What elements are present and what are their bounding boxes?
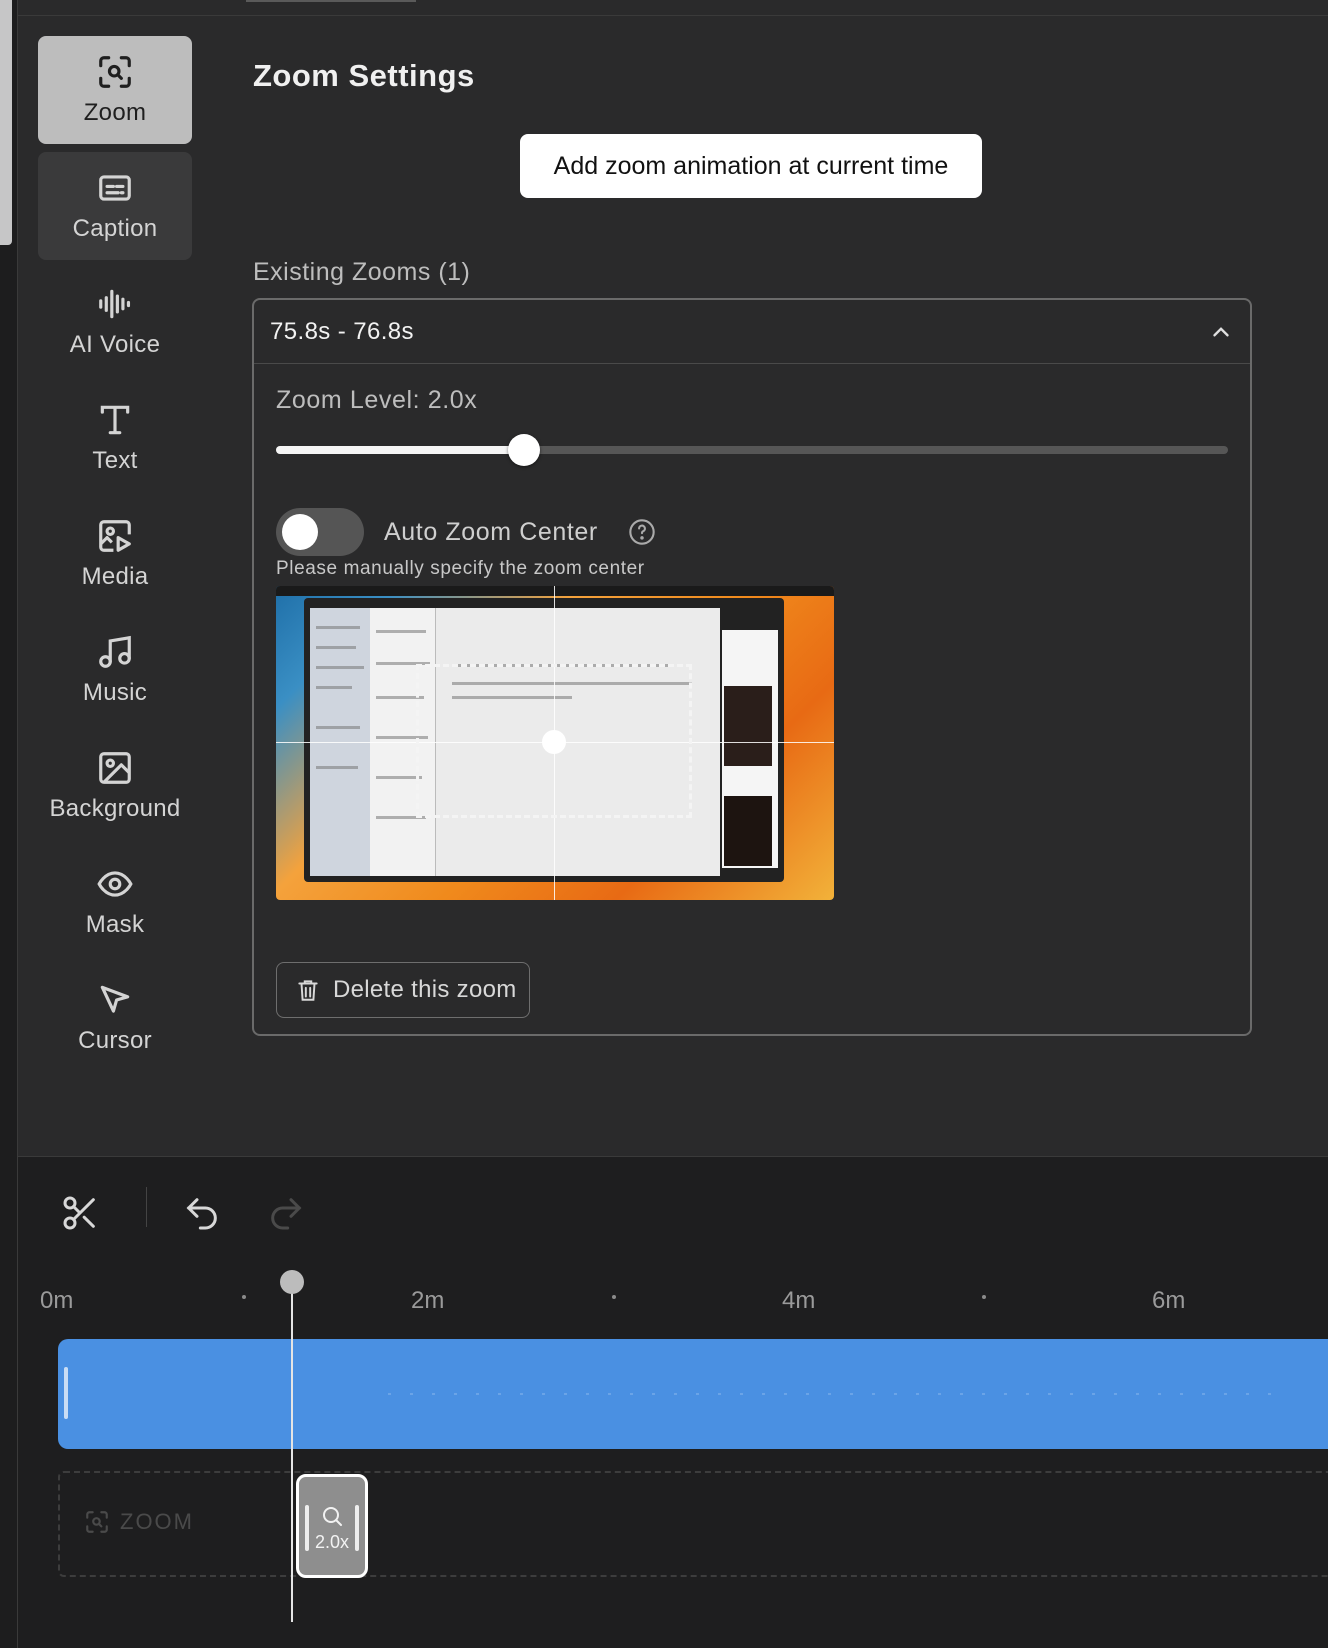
toggle-knob: [282, 514, 318, 550]
sidebar-item-label: Media: [81, 563, 149, 590]
sidebar-item-label: Mask: [85, 911, 145, 938]
text-icon: [100, 405, 130, 435]
preview-thumbnail: [724, 796, 772, 866]
zoom-level-slider[interactable]: [276, 434, 1228, 466]
sidebar-item-label: Cursor: [78, 1027, 152, 1054]
sidebar-item-mask[interactable]: Mask: [38, 848, 192, 956]
ruler-tick-label: 6m: [1152, 1287, 1186, 1314]
image-icon: [99, 752, 131, 784]
audio-waveform: [388, 1393, 1288, 1395]
caption-icon: [99, 175, 131, 201]
existing-zooms-label: Existing Zooms (1): [253, 258, 471, 286]
chevron-up-icon[interactable]: [1208, 319, 1234, 345]
preview-menubar: [276, 586, 834, 596]
redo-icon[interactable]: [266, 1193, 306, 1233]
sidebar-item-cursor[interactable]: Cursor: [38, 964, 192, 1072]
sidebar-item-label: Background: [49, 795, 181, 822]
clip-right-handle[interactable]: [355, 1505, 359, 1551]
trash-icon: [298, 980, 318, 1001]
media-icon: [99, 520, 131, 552]
toolbar-divider: [146, 1187, 147, 1227]
zoom-center-picker[interactable]: [276, 586, 834, 900]
ruler-tick-label: 4m: [782, 1287, 816, 1314]
undo-icon[interactable]: [182, 1193, 222, 1233]
video-track-clip[interactable]: [58, 1339, 1328, 1449]
delete-zoom-label: Delete this zoom: [333, 976, 517, 1003]
manual-center-hint: Please manually specify the zoom center: [276, 558, 645, 579]
sidebar-item-label: Music: [82, 679, 148, 706]
zoom-level-label: Zoom Level: 2.0x: [276, 386, 478, 414]
sidebar-item-caption[interactable]: Caption: [38, 152, 192, 260]
eye-icon: [97, 871, 133, 897]
sidebar-item-label: Zoom: [83, 99, 147, 126]
sidebar-item-label: AI Voice: [69, 331, 161, 358]
sidebar-item-music[interactable]: Music: [38, 616, 192, 724]
sidebar-item-text[interactable]: Text: [38, 384, 192, 492]
zoom-item-card: 75.8s - 76.8s Zoom Level: 2.0x Auto Zoom…: [252, 298, 1252, 1036]
sidebar-item-ai-voice[interactable]: AI Voice: [38, 268, 192, 376]
delete-zoom-button[interactable]: Delete this zoom: [276, 962, 530, 1018]
window-edge: [0, 0, 12, 245]
sidebar-item-background[interactable]: Background: [38, 732, 192, 840]
zoom-icon: [86, 1511, 108, 1533]
zoom-clip-level: 2.0x: [314, 1531, 350, 1552]
auto-zoom-center-label: Auto Zoom Center: [384, 518, 598, 546]
zoom-icon: [99, 56, 131, 88]
clip-left-handle[interactable]: [305, 1505, 309, 1551]
zoom-track-label: ZOOM: [84, 1509, 194, 1535]
page-title: Zoom Settings: [253, 58, 475, 93]
music-icon: [99, 635, 131, 668]
waveform-icon: [99, 289, 131, 319]
ruler-tick-label: 2m: [411, 1287, 445, 1314]
playhead: [291, 1282, 293, 1622]
auto-zoom-center-toggle[interactable]: [276, 508, 364, 556]
clip-trim-handle[interactable]: [64, 1367, 68, 1419]
cursor-icon: [100, 985, 130, 1013]
tool-sidebar: Zoom Caption AI Voice Text Media Music B…: [38, 36, 192, 1080]
sidebar-item-zoom[interactable]: Zoom: [38, 36, 192, 144]
timeline-panel: 0m 2m 4m 6m ZOOM: [18, 1156, 1328, 1648]
zoom-range: 75.8s - 76.8s: [270, 317, 414, 345]
add-zoom-button[interactable]: Add zoom animation at current time: [520, 134, 982, 198]
top-strip: [18, 0, 1328, 16]
zoom-center-handle[interactable]: [542, 730, 566, 754]
sidebar-item-label: Caption: [72, 215, 158, 242]
slider-fill: [276, 446, 524, 454]
preview-thumbnail: [724, 686, 772, 766]
ruler-tick-label: 0m: [40, 1287, 74, 1314]
sidebar-item-label: Text: [92, 447, 138, 474]
search-icon: [323, 1506, 342, 1526]
scissors-icon[interactable]: [60, 1193, 100, 1233]
left-edge: [0, 0, 18, 1648]
slider-thumb[interactable]: [507, 434, 540, 466]
sidebar-item-media[interactable]: Media: [38, 500, 192, 608]
help-icon[interactable]: [628, 518, 656, 546]
zoom-track[interactable]: ZOOM: [58, 1471, 1328, 1577]
playhead-handle[interactable]: [280, 1270, 304, 1294]
zoom-item-header[interactable]: 75.8s - 76.8s: [254, 300, 1250, 364]
zoom-clip[interactable]: 2.0x: [296, 1474, 368, 1578]
